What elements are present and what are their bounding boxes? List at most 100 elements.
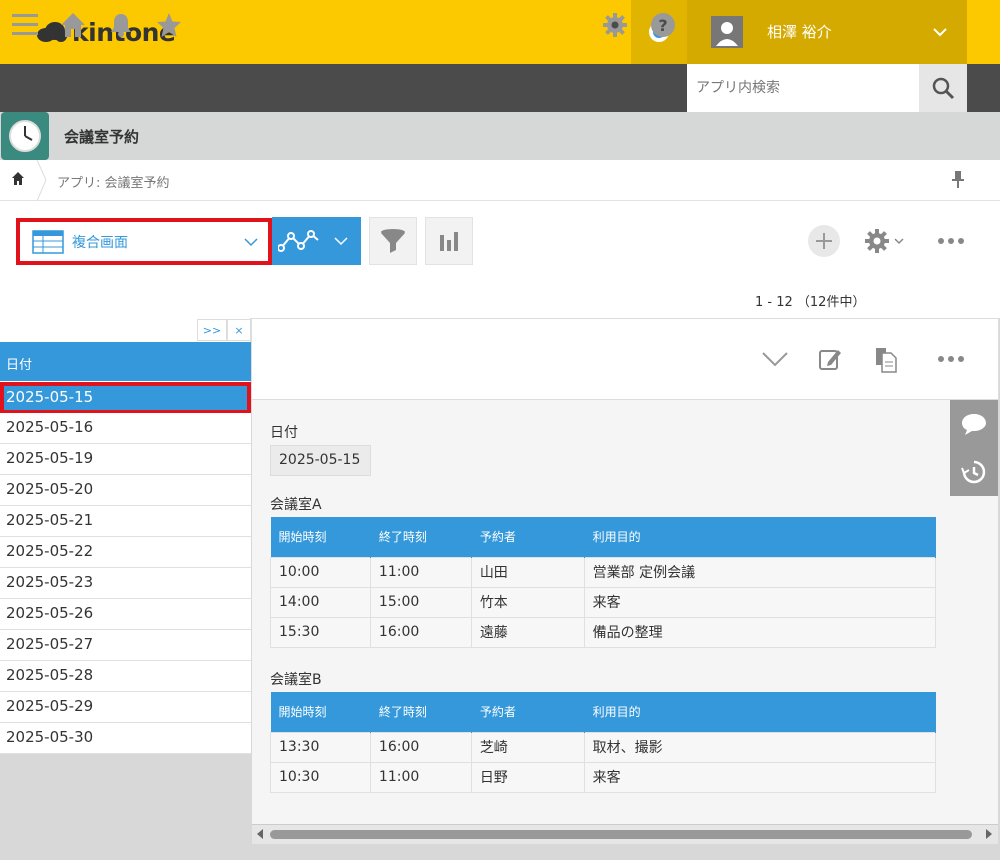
end-time-cell: 11:00 [369, 556, 472, 588]
column-header: 開始時刻 [270, 517, 371, 557]
list-item[interactable]: 2025-05-22 [0, 537, 251, 568]
column-header: 利用目的 [584, 692, 937, 732]
start-time-cell: 14:00 [270, 586, 371, 618]
booker-cell: 日野 [470, 761, 585, 793]
history-button[interactable] [950, 448, 998, 496]
user-name: 相澤 裕介 [767, 23, 832, 41]
room-b-table: 開始時刻 終了時刻 予約者 利用目的 13:30 16:00 芝崎 取材、撮影 … [270, 692, 937, 793]
column-header: 予約者 [471, 517, 585, 557]
column-header: 開始時刻 [270, 692, 371, 732]
list-item[interactable]: 2025-05-28 [0, 661, 251, 692]
purpose-cell: 来客 [583, 761, 937, 793]
list-item[interactable]: 2025-05-26 [0, 599, 251, 630]
scroll-right-arrow-icon[interactable] [985, 829, 993, 839]
column-header: 利用目的 [584, 517, 937, 557]
list-item[interactable]: 2025-05-21 [0, 506, 251, 537]
home-icon[interactable] [11, 171, 25, 187]
search-button[interactable] [919, 64, 967, 112]
booker-cell: 遠藤 [470, 616, 585, 648]
column-header: 予約者 [471, 692, 585, 732]
chart-button[interactable] [425, 217, 473, 265]
table-row: 10:30 11:00 日野 来客 [270, 761, 937, 793]
list-item[interactable]: 2025-05-20 [0, 475, 251, 506]
end-time-cell: 11:00 [369, 761, 472, 793]
date-field-label: 日付 [270, 425, 298, 441]
chevron-down-icon [334, 237, 348, 246]
filter-button[interactable] [369, 217, 417, 265]
column-header: 終了時刻 [370, 517, 472, 557]
bell-icon[interactable] [108, 12, 134, 38]
table-row: 14:00 15:00 竹本 来客 [270, 586, 937, 618]
home-icon[interactable] [60, 12, 86, 38]
record-count: 1 - 12 （12件中） [755, 295, 866, 310]
pin-icon[interactable] [950, 170, 966, 190]
column-header: 終了時刻 [370, 692, 472, 732]
star-icon[interactable] [156, 12, 182, 38]
breadcrumb-app-link[interactable]: アプリ: 会議室予約 [57, 172, 170, 191]
search-input[interactable] [687, 64, 919, 112]
date-field-value: 2025-05-15 [270, 445, 371, 476]
avatar-icon [711, 16, 743, 48]
copy-record-icon[interactable] [874, 347, 898, 373]
room-a-table: 開始時刻 終了時刻 予約者 利用目的 10:00 11:00 山田 営業部 定例… [270, 517, 937, 648]
help-icon[interactable]: ? [650, 12, 676, 38]
graph-menu-button[interactable] [272, 217, 361, 265]
table-view-icon [32, 229, 64, 254]
booker-cell: 竹本 [470, 586, 585, 618]
booker-cell: 山田 [470, 556, 585, 588]
gear-icon[interactable] [602, 12, 628, 38]
history-icon [961, 460, 986, 484]
expand-list-button[interactable]: >> [197, 319, 227, 341]
list-column-header[interactable]: 日付 [0, 342, 251, 381]
add-record-button[interactable] [808, 225, 840, 257]
list-item[interactable]: 2025-05-30 [0, 723, 251, 754]
list-item[interactable]: 2025-05-23 [0, 568, 251, 599]
end-time-cell: 16:00 [369, 731, 472, 763]
start-time-cell: 10:00 [270, 556, 371, 588]
filter-icon [381, 229, 405, 253]
list-item[interactable]: 2025-05-29 [0, 692, 251, 723]
more-options-icon[interactable] [938, 355, 964, 363]
kintone-logo[interactable]: kintone [36, 18, 176, 47]
app-title-bar [0, 112, 1000, 160]
list-panel-controls: >> × [197, 319, 251, 341]
chevron-down-icon [894, 238, 904, 245]
table-row: 15:30 16:00 遠藤 備品の整理 [270, 616, 937, 648]
end-time-cell: 16:00 [369, 616, 472, 648]
comments-button[interactable] [950, 400, 998, 448]
room-a-label: 会議室A [270, 497, 322, 513]
start-time-cell: 15:30 [270, 616, 371, 648]
chevron-down-icon[interactable] [762, 351, 788, 367]
table-row: 13:30 16:00 芝崎 取材、撮影 [270, 731, 937, 763]
app-settings-button[interactable] [864, 228, 904, 254]
end-time-cell: 15:00 [369, 586, 472, 618]
list-item[interactable]: 2025-05-15 [0, 382, 251, 414]
list-item[interactable]: 2025-05-27 [0, 630, 251, 661]
view-selector[interactable]: 複合画面 [16, 218, 272, 265]
edit-icon[interactable] [818, 347, 842, 371]
svg-text:?: ? [658, 16, 667, 35]
detail-action-bar [251, 318, 999, 400]
start-time-cell: 13:30 [270, 731, 371, 763]
table-row: 10:00 11:00 山田 営業部 定例会議 [270, 556, 937, 588]
breadcrumb-separator [36, 160, 47, 201]
start-time-cell: 10:30 [270, 761, 371, 793]
scroll-left-arrow-icon[interactable] [256, 829, 264, 839]
user-menu[interactable]: 相澤 裕介 [687, 0, 967, 64]
bar-chart-icon [440, 232, 458, 251]
search-box [687, 64, 919, 112]
list-item[interactable]: 2025-05-16 [0, 413, 251, 444]
scrollbar-thumb[interactable] [270, 830, 972, 839]
close-list-button[interactable]: × [227, 319, 251, 341]
room-b-label: 会議室B [270, 672, 322, 688]
chevron-down-icon [933, 28, 947, 37]
gear-icon [865, 229, 889, 253]
side-tools [950, 400, 998, 496]
purpose-cell: 取材、撮影 [583, 731, 937, 763]
purpose-cell: 備品の整理 [583, 616, 937, 648]
booker-cell: 芝崎 [470, 731, 585, 763]
menu-icon[interactable] [12, 12, 38, 38]
list-item[interactable]: 2025-05-19 [0, 444, 251, 475]
clock-app-icon [1, 112, 49, 160]
more-options-icon[interactable] [938, 237, 964, 245]
